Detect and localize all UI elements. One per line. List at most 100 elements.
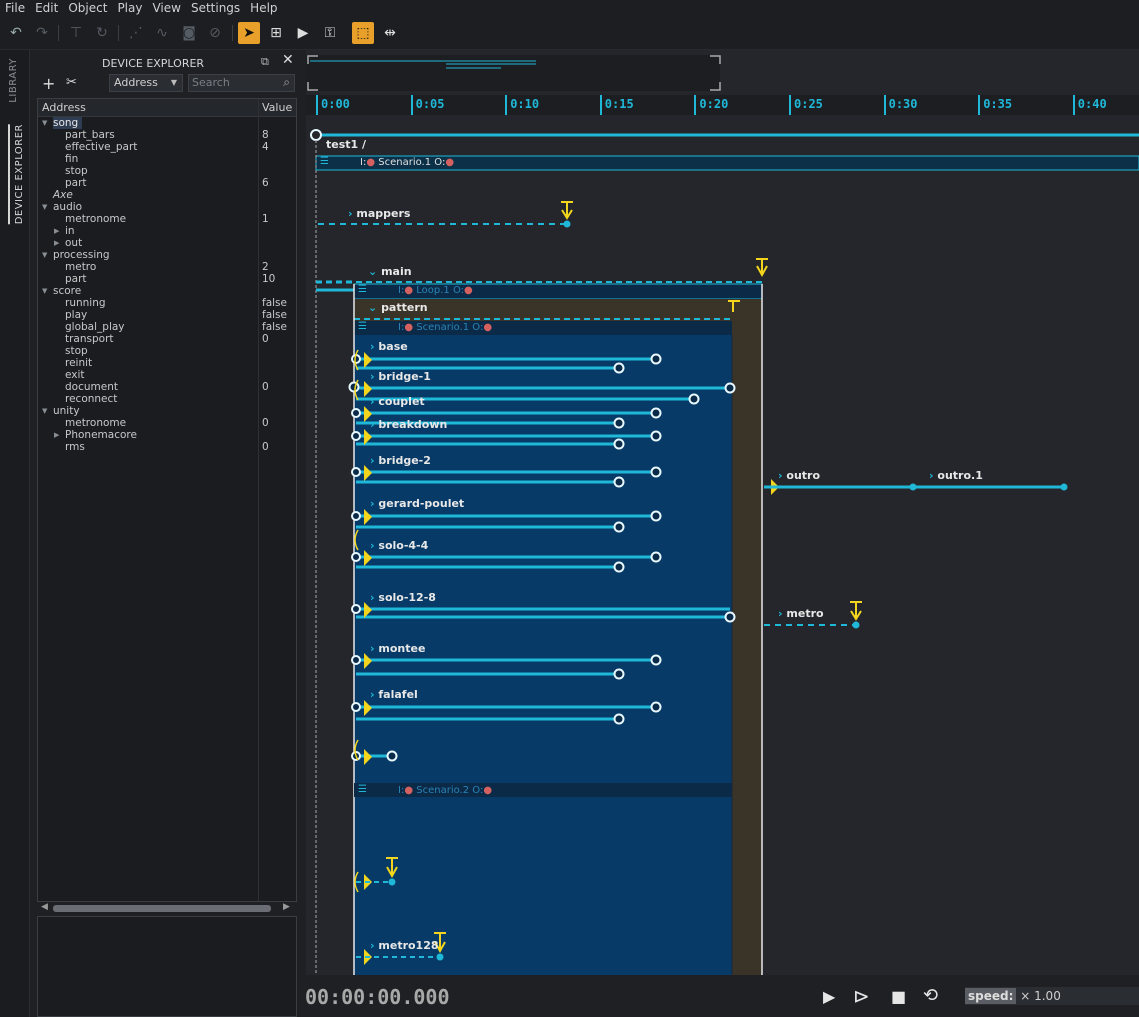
tree-row[interactable]: document 0 xyxy=(38,381,296,393)
stop-icon[interactable]: ■ xyxy=(891,987,906,1006)
device-tree[interactable]: Address Value ▼ song part_bars 8 effective_p… xyxy=(37,98,297,902)
play-icon[interactable]: ▶ xyxy=(823,987,835,1006)
box-outro-1[interactable]: › outro.1 xyxy=(929,469,983,482)
add-icon[interactable]: + xyxy=(42,74,55,93)
box-couplet[interactable]: › couplet xyxy=(370,395,425,408)
box-pattern[interactable]: ⌄ pattern xyxy=(368,301,428,314)
undo-icon[interactable]: ↶ xyxy=(5,22,27,44)
menu-view[interactable]: View xyxy=(147,0,185,17)
loop-hamburger-icon[interactable]: ☰ xyxy=(358,284,367,295)
float-icon[interactable]: ⧉ xyxy=(261,55,269,69)
box-base[interactable]: › base xyxy=(370,340,408,353)
tree-row[interactable]: ▶ Phonemacore xyxy=(38,429,296,441)
tree-row[interactable]: play false xyxy=(38,309,296,321)
refresh-icon[interactable]: ↻ xyxy=(91,22,113,44)
cut-icon[interactable]: ✂ xyxy=(66,75,77,90)
play-tool-icon[interactable]: ▶ xyxy=(292,22,314,44)
menu-settings[interactable]: Settings xyxy=(186,0,245,17)
menu-edit[interactable]: Edit xyxy=(30,0,63,17)
tree-row[interactable]: running false xyxy=(38,297,296,309)
box-solo-4-4[interactable]: › solo-4-4 xyxy=(370,539,428,552)
tree-row[interactable]: part 10 xyxy=(38,273,296,285)
box-montee[interactable]: › montee xyxy=(370,642,425,655)
search-input[interactable]: Search ⌕ xyxy=(188,74,295,92)
redo-icon[interactable]: ↷ xyxy=(31,22,53,44)
tree-row[interactable]: ▼ score xyxy=(38,285,296,297)
scenario-root-name[interactable]: test1 / xyxy=(326,138,366,151)
column-header-address[interactable]: Address xyxy=(42,101,86,114)
tree-row[interactable]: part 6 xyxy=(38,177,296,189)
merge-icon[interactable]: ⊤ xyxy=(65,22,87,44)
scroll-right-icon[interactable]: ▶ xyxy=(283,902,290,912)
tree-row[interactable]: reinit xyxy=(38,357,296,369)
select-tool-icon[interactable]: ➤ xyxy=(238,22,260,44)
tab-library[interactable]: LIBRARY xyxy=(8,58,19,103)
time-ruler[interactable]: 0:00 0:05 0:10 0:15 0:20 0:25 0:30 0:35 0:40 xyxy=(306,95,1139,115)
close-icon[interactable]: ✕ xyxy=(282,52,294,68)
expand-down-icon[interactable]: ▼ xyxy=(42,285,47,297)
tree-row[interactable]: ▼ song xyxy=(38,117,296,129)
box-bridge-2[interactable]: › bridge-2 xyxy=(370,454,431,467)
tree-row[interactable]: reconnect xyxy=(38,393,296,405)
expand-right-icon[interactable]: ▶ xyxy=(54,225,59,237)
snapshot-cancel-icon[interactable]: ⊘ xyxy=(204,22,226,44)
menu-help[interactable]: Help xyxy=(245,0,282,17)
expand-down-icon[interactable]: ▼ xyxy=(42,405,47,417)
expand-down-icon[interactable]: ▼ xyxy=(42,249,47,261)
box-mappers[interactable]: › mappers xyxy=(348,207,410,220)
tab-device-explorer[interactable]: DEVICE EXPLORER xyxy=(8,124,25,225)
box-main[interactable]: ⌄ main xyxy=(368,265,412,278)
horizontal-scrollbar[interactable]: ◀ ▶ xyxy=(37,902,297,914)
box-bridge-1[interactable]: › bridge-1 xyxy=(370,370,431,383)
tree-row[interactable]: transport 0 xyxy=(38,333,296,345)
menu-file[interactable]: File xyxy=(0,0,30,17)
box-gerard-poulet[interactable]: › gerard-poulet xyxy=(370,497,464,510)
tree-row[interactable]: ▼ unity xyxy=(38,405,296,417)
box-outro[interactable]: › outro xyxy=(778,469,820,482)
tree-row[interactable]: exit xyxy=(38,369,296,381)
scrollbar-thumb[interactable] xyxy=(53,905,271,912)
tree-row[interactable]: ▼ processing xyxy=(38,249,296,261)
interpolate-icon[interactable]: ⋰ xyxy=(125,22,147,44)
tree-row[interactable]: ▼ audio xyxy=(38,201,296,213)
tree-row[interactable]: effective_part 4 xyxy=(38,141,296,153)
hamburger-icon[interactable]: ☰ xyxy=(320,156,329,167)
speed-slider[interactable]: speed: × 1.00 xyxy=(965,987,1139,1005)
box-metro[interactable]: › metro xyxy=(778,607,824,620)
create-tool-icon[interactable]: ⊞ xyxy=(265,22,287,44)
expand-down-icon[interactable]: ▼ xyxy=(42,117,47,129)
tree-row[interactable]: ▶ out xyxy=(38,237,296,249)
tree-row[interactable]: fin xyxy=(38,153,296,165)
address-select[interactable]: Address ▼ xyxy=(109,74,183,92)
reinit-icon[interactable]: ⟲ xyxy=(923,985,938,1006)
tree-row[interactable]: metronome 1 xyxy=(38,213,296,225)
pattern-hamburger-icon[interactable]: ☰ xyxy=(358,321,367,332)
tree-row[interactable]: global_play false xyxy=(38,321,296,333)
box-metro128[interactable]: › metro128 xyxy=(370,939,439,952)
box-falafel[interactable]: › falafel xyxy=(370,688,418,701)
tree-row[interactable]: part_bars 8 xyxy=(38,129,296,141)
scale-icon[interactable]: ⬚ xyxy=(352,22,374,44)
scroll-left-icon[interactable]: ◀ xyxy=(41,902,48,912)
menu-object[interactable]: Object xyxy=(63,0,112,17)
tree-row[interactable]: rms 0 xyxy=(38,441,296,453)
play-global-icon[interactable]: ⊳ xyxy=(853,984,870,1008)
menu-play[interactable]: Play xyxy=(112,0,147,17)
column-header-value[interactable]: Value xyxy=(262,101,292,114)
tree-row[interactable]: stop xyxy=(38,165,296,177)
box-breakdown[interactable]: › breakdown xyxy=(370,418,447,431)
tree-row[interactable]: metronome 0 xyxy=(38,417,296,429)
tree-row[interactable]: metro 2 xyxy=(38,261,296,273)
curve-icon[interactable]: ∿ xyxy=(151,22,173,44)
timeline-view[interactable]: 0:00 0:05 0:10 0:15 0:20 0:25 0:30 0:35 0:40 tes… xyxy=(306,50,1139,975)
box-solo-12-8[interactable]: › solo-12-8 xyxy=(370,591,436,604)
tree-row[interactable]: Axe xyxy=(38,189,296,201)
expand-right-icon[interactable]: ▶ xyxy=(54,237,59,249)
split-icon[interactable]: ⇹ xyxy=(379,22,401,44)
snapshot-icon[interactable]: ◙ xyxy=(178,22,200,44)
expand-down-icon[interactable]: ▼ xyxy=(42,201,47,213)
tree-row[interactable]: ▶ in xyxy=(38,225,296,237)
expand-right-icon[interactable]: ▶ xyxy=(54,429,59,441)
tree-row[interactable]: stop xyxy=(38,345,296,357)
scenario2-hamburger-icon[interactable]: ☰ xyxy=(358,784,367,795)
